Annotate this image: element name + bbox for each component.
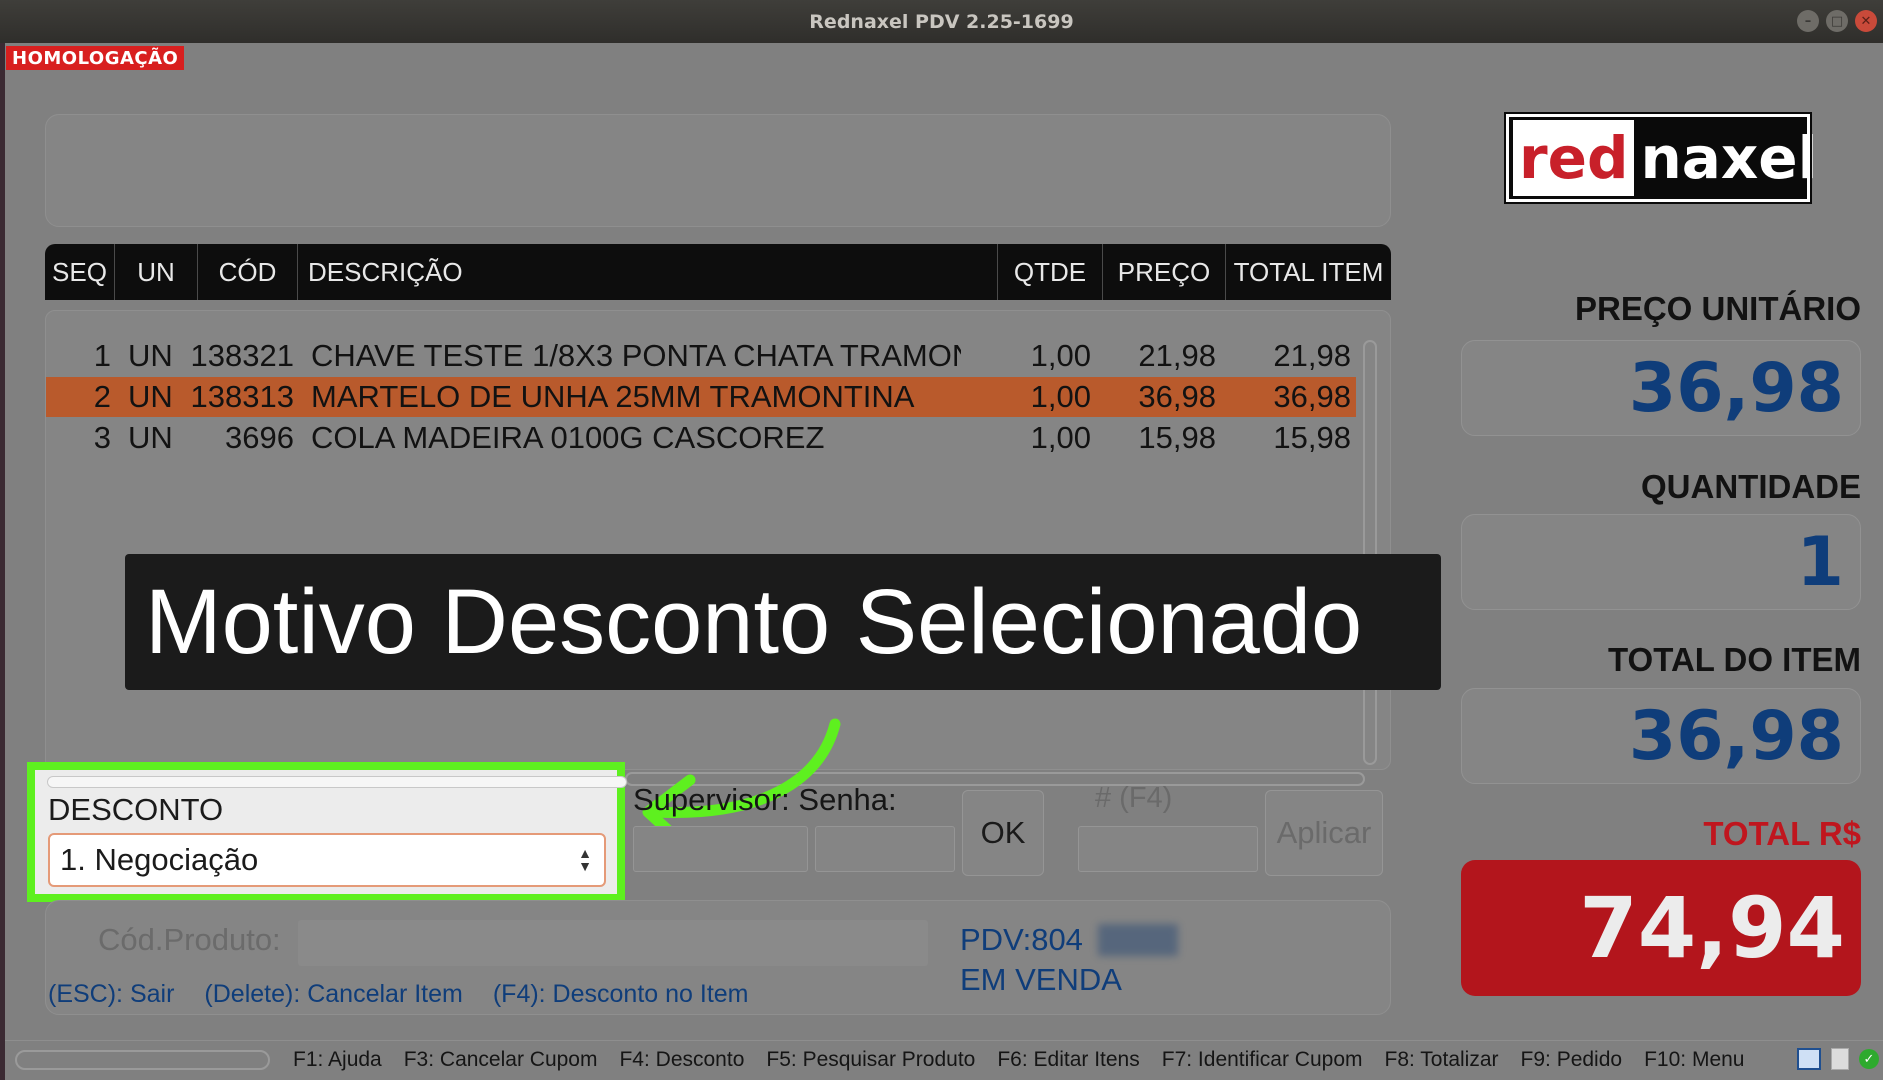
shortcut-hints: (ESC): Sair (Delete): Cancelar Item (F4)…: [48, 980, 749, 1009]
unit-price-label: PREÇO UNITÁRIO: [1574, 290, 1861, 327]
cell-preco: 15,98: [1138, 420, 1216, 455]
fkey-f1[interactable]: F1: Ajuda: [293, 1048, 382, 1072]
items-table-header: SEQ UN CÓD DESCRIÇÃO QTDE PREÇO TOTAL IT…: [45, 244, 1391, 300]
status-icons: ✓: [1797, 1048, 1879, 1070]
fkey-f3[interactable]: F3: Cancelar Cupom: [404, 1048, 598, 1072]
fkey-f5[interactable]: F5: Pesquisar Produto: [766, 1048, 975, 1072]
cell-un: UN: [128, 379, 173, 414]
col-un: UN: [115, 244, 198, 300]
col-qtde: QTDE: [998, 244, 1103, 300]
hint-esc: (ESC): Sair: [48, 980, 175, 1008]
col-preco: PREÇO: [1103, 244, 1226, 300]
discount-panel-scrollbar[interactable]: [47, 776, 627, 788]
cell-un: UN: [128, 338, 173, 373]
table-vertical-scrollbar[interactable]: [1363, 340, 1377, 765]
fkey-f8[interactable]: F8: Totalizar: [1385, 1048, 1499, 1072]
maximize-icon[interactable]: □: [1826, 10, 1848, 32]
cell-qtde: 1,00: [1030, 338, 1091, 373]
select-arrows-icon: ▲ ▼: [578, 845, 592, 874]
table-row-selected[interactable]: 2 UN 138313 MARTELO DE UNHA 25MM TRAMONT…: [46, 377, 1356, 417]
fkey-f7[interactable]: F7: Identificar Cupom: [1162, 1048, 1363, 1072]
status-bar: F1: Ajuda F3: Cancelar Cupom F4: Descont…: [5, 1040, 1883, 1080]
discount-hash-label: # (F4): [1095, 782, 1173, 814]
cell-desc: COLA MADEIRA 0100G CASCOREZ: [311, 420, 825, 455]
redacted-operator: [1098, 924, 1178, 956]
cell-seq: 1: [93, 338, 111, 373]
cell-cod: 3696: [225, 420, 294, 455]
message-panel: [45, 114, 1391, 227]
document-icon[interactable]: [1831, 1048, 1849, 1070]
col-total-item: TOTAL ITEM: [1233, 256, 1384, 287]
environment-badge: HOMOLOGAÇÃO: [6, 46, 185, 70]
cell-seq: 2: [93, 379, 111, 414]
annotation-banner: Motivo Desconto Selecionado: [125, 554, 1441, 690]
total-value: 74,94: [1461, 860, 1861, 996]
window-titlebar: Rednaxel PDV 2.25-1699 – □ ✕: [0, 0, 1883, 43]
fkey-f6[interactable]: F6: Editar Itens: [997, 1048, 1139, 1072]
fkey-f4[interactable]: F4: Desconto: [619, 1048, 744, 1072]
logo-part-naxel: naxel: [1640, 124, 1818, 192]
total-label: TOTAL R$: [1703, 815, 1861, 852]
minimize-icon[interactable]: –: [1797, 10, 1819, 32]
fkey-f10[interactable]: F10: Menu: [1644, 1048, 1744, 1072]
function-key-bar: F1: Ajuda F3: Cancelar Cupom F4: Descont…: [293, 1048, 1744, 1072]
quantity-label: QUANTIDADE: [1641, 468, 1861, 505]
table-row[interactable]: 1 UN 138321 CHAVE TESTE 1/8X3 PONTA CHAT…: [46, 336, 1356, 376]
cell-qtde: 1,00: [1030, 379, 1091, 414]
pdv-status: EM VENDA: [960, 962, 1122, 997]
cell-total: 15,98: [1273, 420, 1351, 455]
cell-un: UN: [128, 420, 173, 455]
ok-button[interactable]: OK: [962, 790, 1044, 876]
cell-seq: 3: [93, 420, 111, 455]
hint-f4: (F4): Desconto no Item: [492, 980, 749, 1008]
col-descricao: DESCRIÇÃO: [298, 244, 998, 300]
cell-cod: 138313: [190, 379, 294, 414]
table-row[interactable]: 3 UN 3696 COLA MADEIRA 0100G CASCOREZ 1,…: [46, 418, 1356, 458]
supervisor-input[interactable]: [633, 826, 808, 872]
cell-total: 21,98: [1273, 338, 1351, 373]
window-title: Rednaxel PDV 2.25-1699: [809, 10, 1074, 33]
rednaxel-logo: red naxel: [1504, 112, 1818, 204]
window-controls: – □ ✕: [1797, 10, 1877, 32]
logo-part-red: red: [1513, 120, 1635, 196]
supervisor-password-label: Supervisor: Senha:: [633, 782, 897, 817]
cell-qtde: 1,00: [1030, 420, 1091, 455]
hint-delete: (Delete): Cancelar Item: [204, 980, 463, 1008]
discount-reason-value: 1. Negociação: [60, 842, 259, 877]
fkey-f9[interactable]: F9: Pedido: [1521, 1048, 1623, 1072]
cell-desc: CHAVE TESTE 1/8X3 PONTA CHATA TRAMON: [311, 338, 961, 373]
items-table-body: 1 UN 138321 CHAVE TESTE 1/8X3 PONTA CHAT…: [45, 310, 1391, 770]
item-total-value: 36,98: [1461, 688, 1861, 784]
item-total-label: TOTAL DO ITEM: [1608, 641, 1861, 678]
col-cod: CÓD: [198, 244, 298, 300]
product-code-label: Cód.Produto:: [98, 922, 281, 957]
close-icon[interactable]: ✕: [1855, 10, 1877, 32]
cell-cod: 138321: [190, 338, 294, 373]
window-icon[interactable]: [1797, 1048, 1821, 1070]
product-code-input[interactable]: [298, 920, 928, 966]
discount-panel-highlight: DESCONTO 1. Negociação ▲ ▼: [27, 762, 627, 902]
cell-preco: 36,98: [1138, 379, 1216, 414]
apply-button[interactable]: Aplicar: [1265, 790, 1383, 876]
discount-reason-select[interactable]: 1. Negociação ▲ ▼: [48, 833, 606, 887]
unit-price-value: 36,98: [1461, 340, 1861, 436]
cell-preco: 21,98: [1138, 338, 1216, 373]
discount-value-input[interactable]: [1078, 826, 1258, 872]
col-seq: SEQ: [45, 244, 115, 300]
status-progress: [15, 1050, 270, 1070]
discount-label: DESCONTO: [48, 792, 224, 827]
cell-total: 36,98: [1273, 379, 1351, 414]
cell-desc: MARTELO DE UNHA 25MM TRAMONTINA: [311, 379, 915, 414]
check-icon: ✓: [1859, 1049, 1879, 1069]
password-input[interactable]: [815, 826, 955, 872]
quantity-value: 1: [1461, 514, 1861, 610]
